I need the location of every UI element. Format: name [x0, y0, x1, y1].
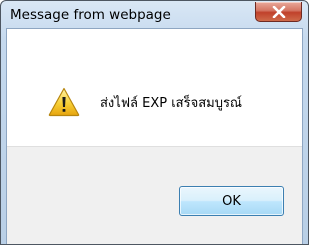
- dialog-message: ส่งไฟล์ EXP เสร็จสมบูรณ์: [100, 96, 242, 111]
- dialog-title: Message from webpage: [10, 7, 171, 23]
- message-dialog: Message from webpage ส่งไฟล์ EXP เสร็จสม…: [0, 0, 309, 245]
- title-bar[interactable]: Message from webpage: [1, 1, 308, 29]
- warning-icon: [48, 87, 80, 117]
- dialog-footer: OK: [7, 146, 302, 244]
- dialog-body: ส่งไฟล์ EXP เสร็จสมบูรณ์ OK: [6, 28, 303, 244]
- close-button[interactable]: [255, 2, 302, 22]
- ok-button[interactable]: OK: [179, 186, 284, 216]
- close-icon: [272, 6, 286, 18]
